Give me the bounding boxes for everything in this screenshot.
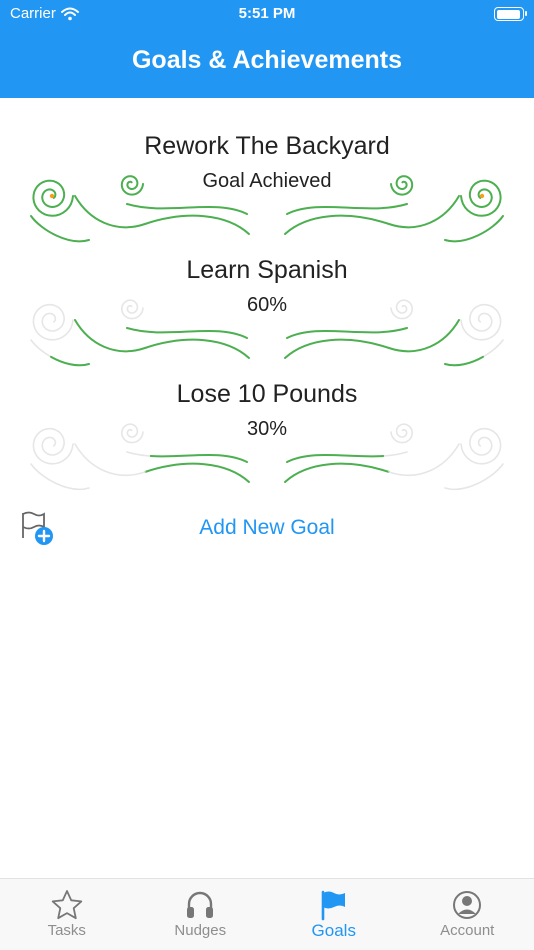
add-goal-button[interactable]: Add New Goal [0, 516, 534, 540]
progress-flourish [286, 203, 408, 215]
progress-flourish [74, 195, 146, 229]
track-flourish [444, 463, 504, 491]
track-flourish [284, 338, 390, 359]
status-time: 5:51 PM [238, 5, 296, 22]
progress-flourish [286, 451, 408, 463]
goal-item[interactable]: Rework The Backyard Goal Achieved [0, 132, 534, 243]
track-flourish [144, 462, 250, 483]
track-flourish [74, 319, 146, 353]
progress-flourish [144, 338, 250, 359]
progress-flourish [284, 462, 390, 483]
goal-item[interactable]: Learn Spanish 60% [0, 256, 534, 367]
page-title: Goals & Achievements [131, 46, 402, 74]
goal-title: Lose 10 Pounds [176, 380, 358, 408]
tab-label: Tasks [47, 922, 86, 939]
battery-icon [494, 7, 527, 21]
progress-flourish [126, 203, 248, 215]
tab-label: Goals [311, 921, 356, 940]
tab-bar: Tasks Nudges Goals Account [0, 878, 534, 950]
progress-flourish [388, 319, 460, 353]
star-icon [51, 890, 82, 920]
flag-icon [321, 890, 345, 921]
progress-flourish [286, 327, 408, 339]
progress-flourish [74, 319, 146, 353]
progress-flourish [144, 214, 250, 235]
app-header: Carrier 5:51 PM Goals & Achievements [0, 0, 534, 98]
track-flourish [144, 214, 250, 235]
track-flourish [388, 443, 460, 477]
progress-flourish [284, 338, 390, 359]
progress-flourish [444, 215, 504, 243]
track-flourish [74, 195, 146, 229]
tab-goals[interactable]: Goals [267, 879, 401, 950]
goal-title: Learn Spanish [186, 256, 348, 284]
track-flourish [30, 463, 90, 491]
tab-nudges[interactable]: Nudges [134, 879, 268, 950]
track-flourish [388, 319, 460, 353]
goal-status: 60% [246, 294, 288, 316]
status-bar: Carrier 5:51 PM [0, 0, 534, 30]
progress-flourish [144, 462, 250, 483]
tab-tasks[interactable]: Tasks [0, 879, 134, 950]
person-icon [453, 891, 482, 919]
track-flourish [284, 214, 390, 235]
track-flourish [144, 338, 250, 359]
achievement-dot [479, 193, 485, 199]
progress-flourish [126, 327, 248, 339]
progress-flourish [30, 215, 90, 243]
headphones-icon [187, 891, 214, 918]
goal-title: Rework The Backyard [144, 132, 390, 160]
achievement-dot [49, 193, 55, 199]
progress-flourish [444, 339, 504, 367]
progress-flourish [30, 339, 90, 367]
add-goal-row[interactable]: Add New Goal [0, 508, 534, 548]
progress-flourish [284, 214, 390, 235]
goal-status: Goal Achieved [202, 170, 332, 192]
progress-flourish [388, 195, 460, 229]
track-flourish [284, 462, 390, 483]
tab-account[interactable]: Account [401, 879, 534, 950]
goal-status: 30% [246, 418, 288, 440]
track-flourish [74, 443, 146, 477]
track-flourish [388, 195, 460, 229]
progress-flourish [126, 451, 248, 463]
tab-label: Nudges [174, 922, 227, 939]
goal-item[interactable]: Lose 10 Pounds 30% [0, 380, 534, 491]
tab-label: Account [440, 922, 495, 939]
